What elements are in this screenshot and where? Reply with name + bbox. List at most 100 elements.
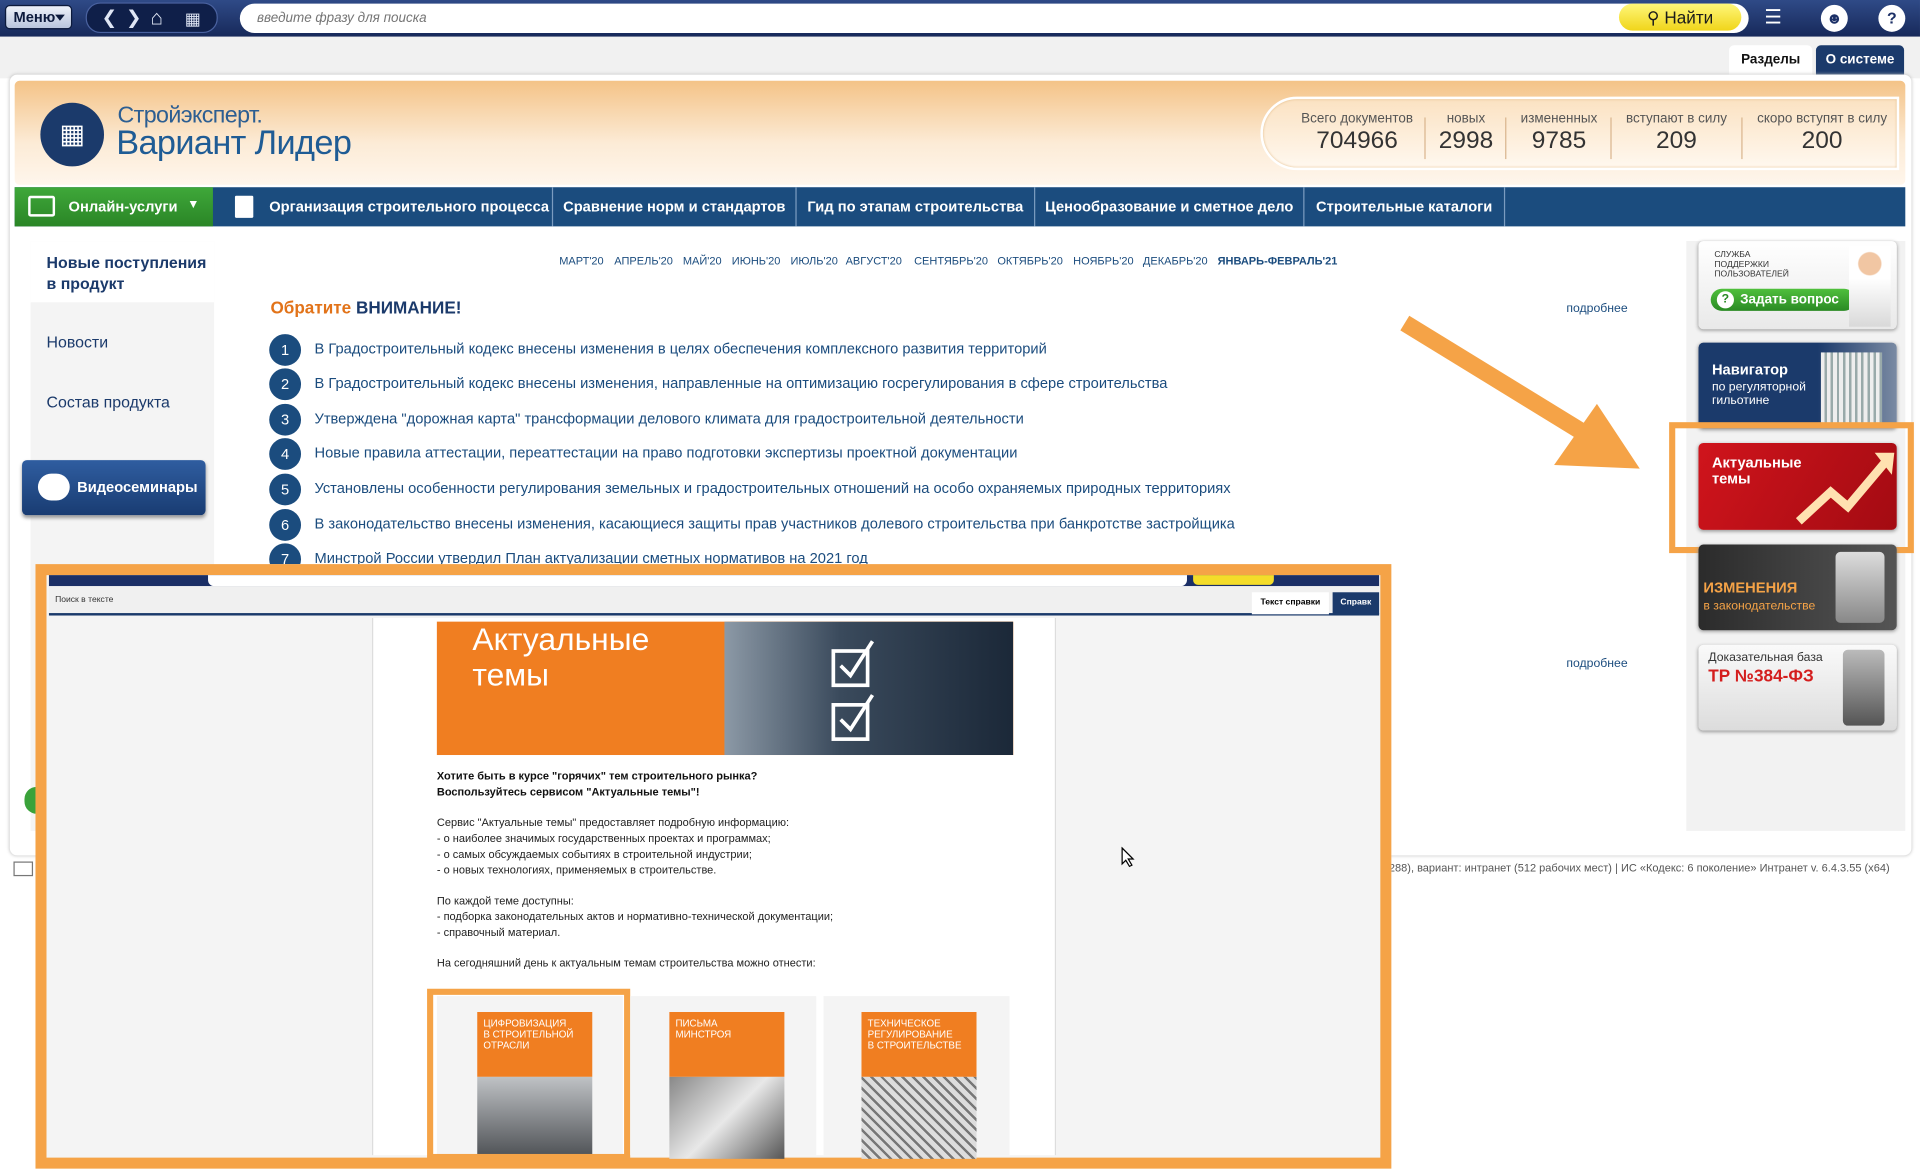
video-icon: [37, 473, 70, 501]
left-item-new-arrivals[interactable]: Новые поступления в продукт: [30, 241, 215, 303]
evidence-title: Доказательная база: [1708, 651, 1823, 665]
changes-title: ИЗМЕНЕНИЯ: [1703, 578, 1798, 596]
month-tab[interactable]: ДЕКАБРЬ'20: [1143, 255, 1208, 267]
ask-question-button[interactable]: ? Задать вопрос: [1710, 288, 1856, 311]
inset-text: - о самых обсуждаемых событиях в строите…: [436, 848, 752, 861]
envelope-image: [669, 1076, 785, 1159]
stat-in-force[interactable]: вступают в силу 209: [1618, 111, 1735, 155]
search-icon: ⚲: [1647, 7, 1665, 27]
support-text: СЛУЖБА ПОДДЕРЖКИ ПОЛЬЗОВАТЕЛЕЙ: [1714, 250, 1789, 280]
video-seminars-button[interactable]: Видеосеминары: [22, 460, 206, 516]
find-button[interactable]: ⚲ Найти: [1618, 3, 1742, 31]
tabs-row: [0, 36, 1920, 79]
nav-catalogs[interactable]: Строительные каталоги: [1304, 187, 1506, 227]
checkbox-icon: [831, 640, 875, 741]
nav-label: Организация строительного процесса: [269, 198, 550, 216]
window-icon[interactable]: [13, 861, 34, 877]
divider: [1424, 117, 1426, 160]
back-icon[interactable]: ❮: [102, 5, 117, 32]
shredder-image: [1820, 352, 1883, 424]
month-tab[interactable]: АПРЕЛЬ'20: [614, 255, 673, 267]
video-label: Видеосеминары: [77, 478, 198, 496]
person-image: [1835, 551, 1885, 623]
ask-label: Задать вопрос: [1740, 292, 1839, 308]
home-icon[interactable]: ⌂: [151, 5, 164, 32]
month-tab[interactable]: ОКТЯБРЬ'20: [997, 255, 1063, 267]
chevron-down-icon: ▼: [187, 198, 200, 212]
grid-icon[interactable]: ▦: [185, 5, 201, 32]
month-tab[interactable]: НОЯБРЬ'20: [1073, 255, 1133, 267]
left-item-news[interactable]: Новости: [47, 333, 109, 351]
help-icon[interactable]: ?: [1878, 4, 1906, 32]
month-tab[interactable]: МАЙ'20: [683, 255, 722, 267]
month-tab[interactable]: ИЮНЬ'20: [732, 255, 781, 267]
highlight-box: [1669, 422, 1914, 554]
nav-pricing[interactable]: Ценообразование и сметное дело: [1035, 187, 1305, 227]
tab-sections[interactable]: Разделы: [1729, 45, 1813, 75]
navigator-title: Навигатор: [1711, 360, 1789, 379]
stat-soon[interactable]: скоро вступят в силу 200: [1750, 111, 1894, 155]
card-label: ТЕХНИЧЕСКОЕ РЕГУЛИРОВАНИЕ В СТРОИТЕЛЬСТВЕ: [861, 1011, 977, 1077]
inset-text: По каждой теме доступны:: [436, 894, 574, 907]
stat-new[interactable]: новых 2998: [1432, 111, 1501, 155]
inset-search-in-text: Поиск в тексте: [55, 595, 114, 605]
changes-card[interactable]: ИЗМЕНЕНИЯ в законодательстве: [1698, 544, 1897, 631]
blueprint-image: [861, 1076, 977, 1159]
inset-find-button: [1193, 575, 1274, 585]
mouse-cursor-icon: [1121, 846, 1135, 868]
logo-icon: ▦: [40, 102, 105, 167]
support-operator-image: [1849, 245, 1891, 327]
book-icon: [234, 195, 254, 218]
forward-icon[interactable]: ❯: [126, 5, 141, 32]
inset-text: - о новых технологиях, применяемых в стр…: [436, 863, 717, 877]
monitor-icon: [28, 195, 56, 217]
nav-guide[interactable]: Гид по этапам строительства: [797, 187, 1036, 227]
inset-text: - о наиболее значимых государственных пр…: [436, 832, 771, 845]
nav-online-label: Онлайн-услуги: [68, 198, 178, 216]
month-tab[interactable]: ИЮЛЬ'20: [791, 255, 838, 267]
inset-search: [208, 575, 1187, 587]
builder-image: [1842, 649, 1885, 726]
inset-tabs: Поиск в тексте Текст справки Справк: [48, 586, 1380, 616]
topics-banner: Актуальные темы: [436, 621, 1014, 756]
month-tab[interactable]: МАРТ'20: [559, 255, 603, 267]
month-tab-active[interactable]: ЯНВАРЬ-ФЕВРАЛЬ'21: [1218, 255, 1338, 267]
menu-label: Меню: [13, 8, 56, 26]
month-tab[interactable]: АВГУСТ'20: [846, 255, 902, 267]
more-link[interactable]: подробнее: [1566, 302, 1627, 315]
topic-card-regulation[interactable]: ТЕХНИЧЕСКОЕ РЕГУЛИРОВАНИЕ В СТРОИТЕЛЬСТВЕ: [823, 996, 1010, 1159]
status-bar: 0288), вариант: интранет (512 рабочих ме…: [1382, 861, 1890, 874]
changes-sub: в законодательстве: [1703, 599, 1816, 614]
evidence-sub: ТР №384-ФЗ: [1708, 665, 1814, 686]
divider: [1610, 117, 1612, 160]
stat-total[interactable]: Всего документов 704966: [1295, 111, 1420, 155]
inset-toolbar: [48, 575, 1380, 587]
nav-organization[interactable]: Организация строительного процесса: [215, 187, 554, 227]
divider: [1741, 117, 1743, 160]
support-card[interactable]: СЛУЖБА ПОДДЕРЖКИ ПОЛЬЗОВАТЕЛЕЙ ? Задать во…: [1698, 241, 1897, 330]
user-icon[interactable]: ☻: [1820, 4, 1848, 32]
nav-online-services[interactable]: Онлайн-услуги ▼: [14, 187, 213, 227]
hamburger-icon[interactable]: ☰: [1760, 5, 1787, 32]
inset-question: Хотите быть в курсе "горячих" тем строит…: [436, 769, 758, 782]
menu-button[interactable]: Меню: [4, 4, 73, 30]
search-input[interactable]: [256, 3, 1604, 34]
brand-title: Вариант Лидер: [116, 123, 352, 162]
topic-card-letters[interactable]: ПИСЬМА МИНСТРОЯ: [630, 996, 817, 1159]
month-tab[interactable]: СЕНТЯБРЬ'20: [914, 255, 988, 267]
nav-compare[interactable]: Сравнение норм и стандартов: [553, 187, 797, 227]
evidence-card[interactable]: Доказательная база ТР №384-ФЗ: [1698, 644, 1897, 731]
attention-heading: Обратите ВНИМАНИЕ!: [270, 297, 462, 317]
divider: [1505, 117, 1507, 160]
inset-text: - справочный материал.: [436, 926, 561, 939]
banner-title: Актуальные темы: [472, 621, 650, 693]
stat-changed[interactable]: измененных 9785: [1515, 111, 1603, 155]
inset-text: На сегодняшний день к актуальным темам с…: [436, 956, 816, 970]
search-box: [239, 3, 1749, 34]
more-link[interactable]: подробнее: [1566, 657, 1627, 670]
inset-tab-ref: Справк: [1332, 592, 1380, 615]
navigator-card[interactable]: Навигатор по регуляторной гильотине: [1698, 342, 1897, 429]
left-item-composition[interactable]: Состав продукта: [47, 393, 170, 411]
tab-about[interactable]: О системе: [1815, 45, 1905, 75]
inset-question: Воспользуйтесь сервисом "Актуальные темы…: [436, 785, 700, 798]
